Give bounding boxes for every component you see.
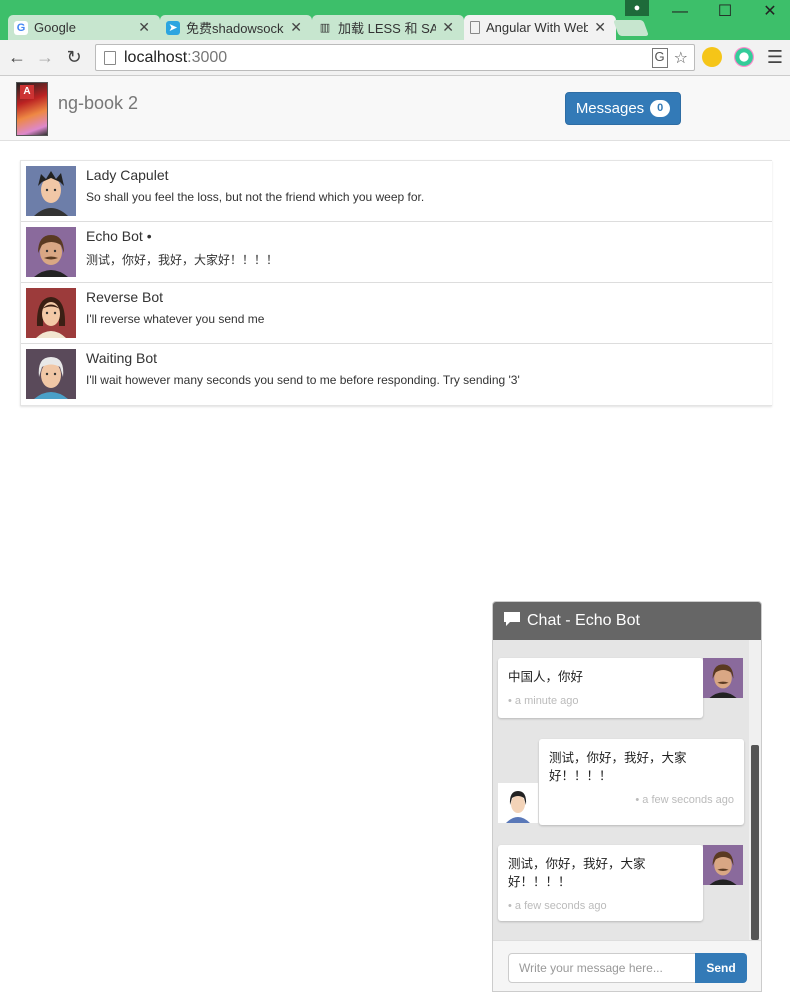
tab-title: Google xyxy=(34,20,76,35)
chat-scrollbar[interactable] xyxy=(749,640,761,940)
tab-title: 免费shadowsocks xyxy=(186,21,285,36)
thread-item-reverse-bot[interactable]: Reverse Bot I'll reverse whatever you se… xyxy=(21,283,772,344)
thread-preview: So shall you feel the loss, but not the … xyxy=(86,190,425,204)
night-mode-extension-icon[interactable] xyxy=(702,47,722,67)
google-icon: G xyxy=(14,20,28,35)
message-text: 中国人，你好 xyxy=(508,669,584,684)
tab-title: Angular With Web xyxy=(486,20,589,35)
reload-icon[interactable]: ↻ xyxy=(63,46,85,68)
echo-bot-avatar xyxy=(703,658,743,698)
book-icon: ▥ xyxy=(319,22,331,34)
chat-footer: Write your message here... Send xyxy=(493,940,761,991)
thread-name: Reverse Bot xyxy=(86,289,164,305)
messages-count-badge: 0 xyxy=(650,100,671,117)
ng-book-logo[interactable] xyxy=(16,82,48,136)
tab-google[interactable]: G Google ✕ xyxy=(8,15,160,40)
thread-item-waiting-bot[interactable]: Waiting Bot I'll wait however many secon… xyxy=(21,344,772,405)
chat-scrollbar-thumb[interactable] xyxy=(751,745,759,940)
avatar xyxy=(26,166,76,216)
page-info-icon[interactable] xyxy=(104,50,116,65)
chat-message: 测试，你好，我好，大家好！！！！ • a few seconds ago xyxy=(498,845,703,921)
url-port: :3000 xyxy=(187,48,228,66)
comment-icon xyxy=(503,611,521,632)
avatar xyxy=(26,288,76,338)
new-tab-button[interactable] xyxy=(613,20,649,36)
close-icon[interactable]: ✕ xyxy=(442,19,454,36)
profile-icon[interactable]: ● xyxy=(625,0,649,16)
message-time: • a few seconds ago xyxy=(508,900,607,912)
close-icon[interactable]: ✕ xyxy=(138,19,150,36)
avatar xyxy=(26,349,76,399)
url-text: localhost:3000 xyxy=(124,49,227,67)
thread-name: Echo Bot • xyxy=(86,228,152,244)
page-icon xyxy=(470,21,480,34)
thread-preview: I'll wait however many seconds you send … xyxy=(86,373,520,387)
chat-messages: 中国人，你好 • a minute ago 测试，你好，我好，大家好！！！！ •… xyxy=(493,640,749,940)
translate-icon[interactable]: G xyxy=(651,48,668,68)
forward-icon[interactable]: → xyxy=(34,46,56,68)
menu-icon[interactable]: ☰ xyxy=(764,46,786,68)
send-button[interactable]: Send xyxy=(695,953,747,983)
extension-icon[interactable] xyxy=(734,47,754,67)
app-navbar: ng-book 2 Messages 0 xyxy=(0,76,790,141)
telegram-icon: ➤ xyxy=(166,20,180,35)
thread-preview: I'll reverse whatever you send me xyxy=(86,312,265,326)
tab-angular[interactable]: Angular With Web ✕ xyxy=(464,15,616,40)
chat-title: Chat - Echo Bot xyxy=(527,612,640,629)
avatar xyxy=(26,227,76,277)
message-text: 测试，你好，我好，大家好！！！！ xyxy=(508,856,646,889)
close-window-icon[interactable]: ✕ xyxy=(755,2,785,22)
minimize-icon[interactable]: — xyxy=(665,2,695,22)
maximize-icon[interactable]: ☐ xyxy=(710,2,740,22)
messages-button[interactable]: Messages 0 xyxy=(565,92,681,125)
thread-list: Lady Capulet So shall you feel the loss,… xyxy=(20,160,772,406)
chat-header[interactable]: Chat - Echo Bot xyxy=(493,602,761,640)
chat-message: 中国人，你好 • a minute ago xyxy=(498,658,703,718)
url-host: localhost xyxy=(124,48,188,66)
chat-message: 测试，你好，我好，大家好！！！！ • a few seconds ago xyxy=(539,739,744,825)
thread-name: Lady Capulet xyxy=(86,167,169,183)
close-icon[interactable]: ✕ xyxy=(594,19,606,36)
tab-shadowsocks[interactable]: ➤ 免费shadowsocks ✕ xyxy=(160,15,312,40)
tab-less-sass[interactable]: ▥ 加载 LESS 和 SASS ✕ xyxy=(312,15,464,40)
thread-item-echo-bot[interactable]: Echo Bot • 测试，你好，我好，大家好！！！！ xyxy=(21,222,772,283)
back-icon[interactable]: ← xyxy=(6,46,28,68)
messages-label: Messages xyxy=(575,100,645,117)
browser-titlebar: G Google ✕ ➤ 免费shadowsocks ✕ ▥ 加载 LESS 和… xyxy=(0,0,790,40)
echo-bot-avatar xyxy=(703,845,743,885)
message-input[interactable]: Write your message here... xyxy=(508,953,696,983)
chat-window: Chat - Echo Bot 中国人，你好 • a minute ago 测试… xyxy=(492,601,762,992)
close-icon[interactable]: ✕ xyxy=(290,19,302,36)
thread-preview: 测试，你好，我好，大家好！！！！ xyxy=(86,253,279,267)
thread-name: Waiting Bot xyxy=(86,350,158,366)
address-bar[interactable]: localhost:3000 G ☆ xyxy=(95,44,695,71)
tab-title: 加载 LESS 和 SASS xyxy=(338,21,437,36)
browser-toolbar: ← → ↻ localhost:3000 G ☆ ☰ xyxy=(0,40,790,76)
brand-title[interactable]: ng-book 2 xyxy=(58,93,138,114)
message-time: • a minute ago xyxy=(508,695,579,707)
thread-item-lady-capulet[interactable]: Lady Capulet So shall you feel the loss,… xyxy=(21,161,772,222)
message-text: 测试，你好，我好，大家好！！！！ xyxy=(549,750,687,783)
message-time: • a few seconds ago xyxy=(635,794,734,806)
star-icon[interactable]: ☆ xyxy=(674,48,688,68)
user-avatar xyxy=(498,783,538,823)
